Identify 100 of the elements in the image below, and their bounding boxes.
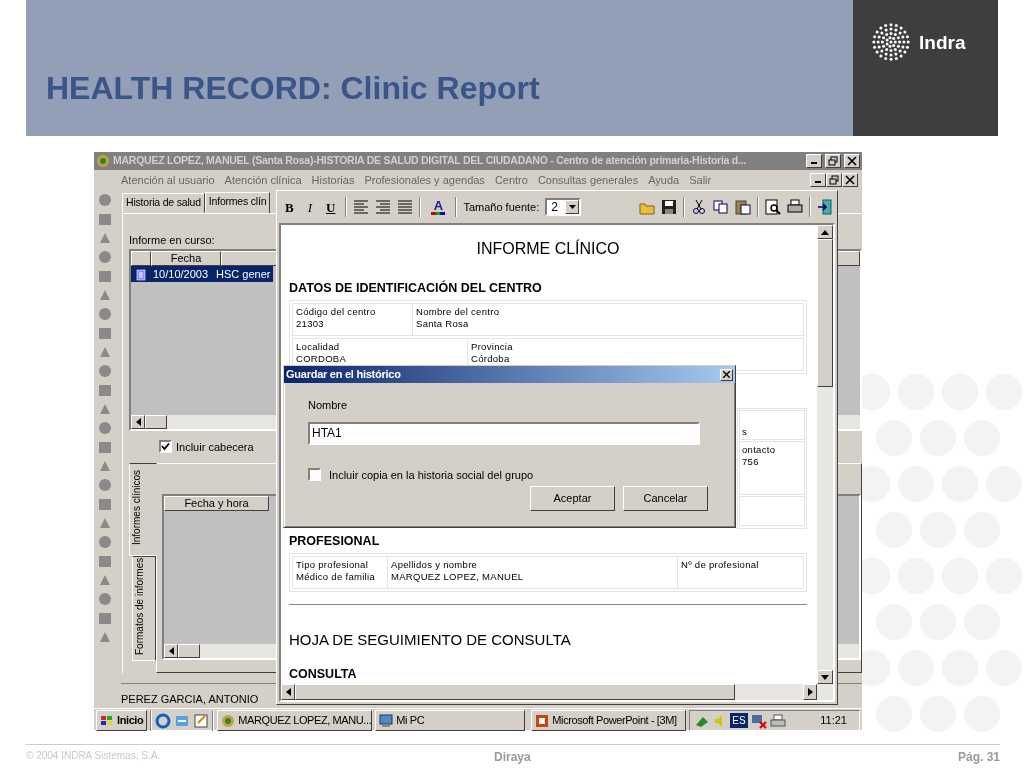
tool-icon[interactable] — [98, 364, 112, 378]
menu-item[interactable]: Atención clínica — [219, 171, 307, 189]
menu-item[interactable]: Historias — [306, 171, 360, 189]
tool-icon[interactable] — [98, 345, 112, 359]
tool-icon[interactable] — [98, 250, 112, 264]
checkbox-label: Incluir copia en la historia social del grupo — [329, 467, 534, 483]
tool-icon[interactable] — [98, 630, 112, 644]
dialog-button[interactable]: Cancelar — [623, 486, 708, 511]
field-label: Informe en curso: — [129, 233, 215, 248]
tool-icon[interactable] — [98, 288, 112, 302]
scroll-right-button[interactable] — [803, 684, 817, 700]
scroll-up-button[interactable] — [817, 225, 833, 239]
minimize-icon — [811, 162, 817, 164]
tool-icon[interactable] — [98, 554, 112, 568]
close-button[interactable] — [844, 154, 860, 168]
menu-item[interactable]: Profesionales y agendas — [359, 171, 490, 189]
menu-item[interactable]: Ayuda — [643, 171, 685, 189]
presentation-icon — [535, 713, 550, 728]
printer-icon[interactable] — [787, 199, 803, 215]
left-arrow-icon — [285, 688, 291, 696]
section-title: HOJA DE SEGUIMIENTO DE CONSULTA — [289, 629, 572, 650]
column-header — [131, 250, 151, 266]
format-button[interactable]: U — [322, 200, 340, 214]
checkbox[interactable] — [308, 468, 321, 482]
language-indicator[interactable]: ES — [730, 713, 748, 728]
tool-icon[interactable] — [98, 592, 112, 606]
justify-icon[interactable] — [397, 199, 414, 215]
tool-icon[interactable] — [98, 497, 112, 511]
taskbar-button[interactable]: MARQUEZ LOPEZ, MANU... — [217, 710, 373, 731]
tool-icon[interactable] — [98, 459, 112, 473]
scroll-thumb[interactable] — [178, 644, 200, 658]
menu-item[interactable]: Centro — [489, 171, 533, 189]
tool-icon[interactable] — [98, 326, 112, 340]
tab[interactable]: Informes clínicos — [129, 463, 157, 556]
section-heading: PROFESIONAL — [289, 532, 381, 550]
dialog-button[interactable]: Aceptar — [530, 486, 615, 511]
format-button[interactable]: B — [281, 200, 298, 214]
tool-icon[interactable] — [98, 307, 112, 321]
align-left-icon[interactable] — [353, 199, 370, 215]
color-bar-icon — [431, 212, 446, 215]
tool-icon[interactable] — [98, 573, 112, 587]
print-preview-icon[interactable] — [765, 199, 781, 215]
tool-icon[interactable] — [98, 421, 112, 435]
tab[interactable]: Historia de salud — [122, 193, 205, 213]
tab[interactable]: Formatos de informes — [132, 556, 156, 661]
exit-icon[interactable] — [817, 199, 833, 215]
align-right-icon[interactable] — [375, 199, 392, 215]
scroll-thumb[interactable] — [295, 684, 735, 700]
minimize-button[interactable] — [810, 173, 826, 187]
tool-icon[interactable] — [98, 269, 112, 283]
start-button[interactable]: Inicio — [96, 710, 148, 731]
table-cell: Nº de profesional — [677, 556, 804, 588]
up-arrow-icon — [821, 229, 829, 235]
copy-icon[interactable] — [713, 199, 729, 215]
scroll-thumb[interactable] — [145, 414, 167, 429]
menu-item[interactable]: Atención al usuario — [116, 171, 220, 189]
name-field[interactable]: HTA1 — [308, 421, 700, 445]
right-arrow-icon — [807, 688, 813, 696]
scroll-left-button[interactable] — [164, 644, 178, 658]
taskbar-button[interactable]: Mi PC — [375, 710, 526, 731]
scissors-icon[interactable] — [691, 199, 707, 215]
tool-icon[interactable] — [98, 383, 112, 397]
scroll-down-button[interactable] — [817, 670, 833, 684]
restore-button[interactable] — [825, 154, 841, 168]
column-header: Fecha — [151, 250, 221, 266]
menu-item[interactable]: Consultas generales — [532, 171, 644, 189]
dotted-sphere-icon — [869, 20, 913, 64]
column-header: Fecha y hora — [164, 496, 269, 511]
tool-icon[interactable] — [98, 212, 112, 226]
scroll-thumb[interactable] — [817, 239, 833, 387]
clipboard-icon[interactable] — [735, 199, 751, 215]
clock: 11:21 — [820, 713, 847, 729]
disconnected-icon[interactable] — [750, 712, 767, 729]
notepad-icon[interactable] — [193, 712, 210, 729]
close-button[interactable] — [842, 173, 858, 187]
checkbox[interactable] — [159, 440, 172, 454]
tool-icon[interactable] — [98, 193, 112, 207]
section-heading: CONSULTA — [289, 666, 358, 683]
browser-icon[interactable] — [155, 712, 172, 729]
scroll-left-button[interactable] — [131, 414, 145, 429]
minimize-button[interactable] — [806, 154, 822, 168]
scroll-left-button[interactable] — [281, 684, 295, 700]
tool-icon[interactable] — [98, 611, 112, 625]
window-title: MARQUEZ LOPEZ, MANUEL (Santa Rosa)-HISTORIA DE SALUD DIGITAL DEL CIUDADANO - Centro de atención primaria-Historia d... — [113, 153, 748, 169]
tool-icon[interactable] — [98, 478, 112, 492]
tool-icon[interactable] — [98, 440, 112, 454]
tab[interactable]: Informes clín — [204, 192, 271, 214]
taskbar-button[interactable]: Microsoft PowerPoint - [3M] — [531, 710, 687, 731]
page-number: Pág. 31 — [957, 749, 1000, 766]
menu-item[interactable]: Salir — [684, 171, 717, 189]
restore-button[interactable] — [826, 173, 842, 187]
format-button[interactable]: I — [303, 200, 316, 214]
tool-icon[interactable] — [98, 402, 112, 416]
font-color-button[interactable]: A — [427, 199, 450, 215]
font-size-select[interactable]: 2 — [545, 198, 582, 216]
tool-icon[interactable] — [98, 231, 112, 245]
tool-icon[interactable] — [98, 535, 112, 549]
tool-icon[interactable] — [98, 516, 112, 530]
close-button[interactable] — [720, 368, 733, 381]
close-icon — [723, 371, 730, 378]
